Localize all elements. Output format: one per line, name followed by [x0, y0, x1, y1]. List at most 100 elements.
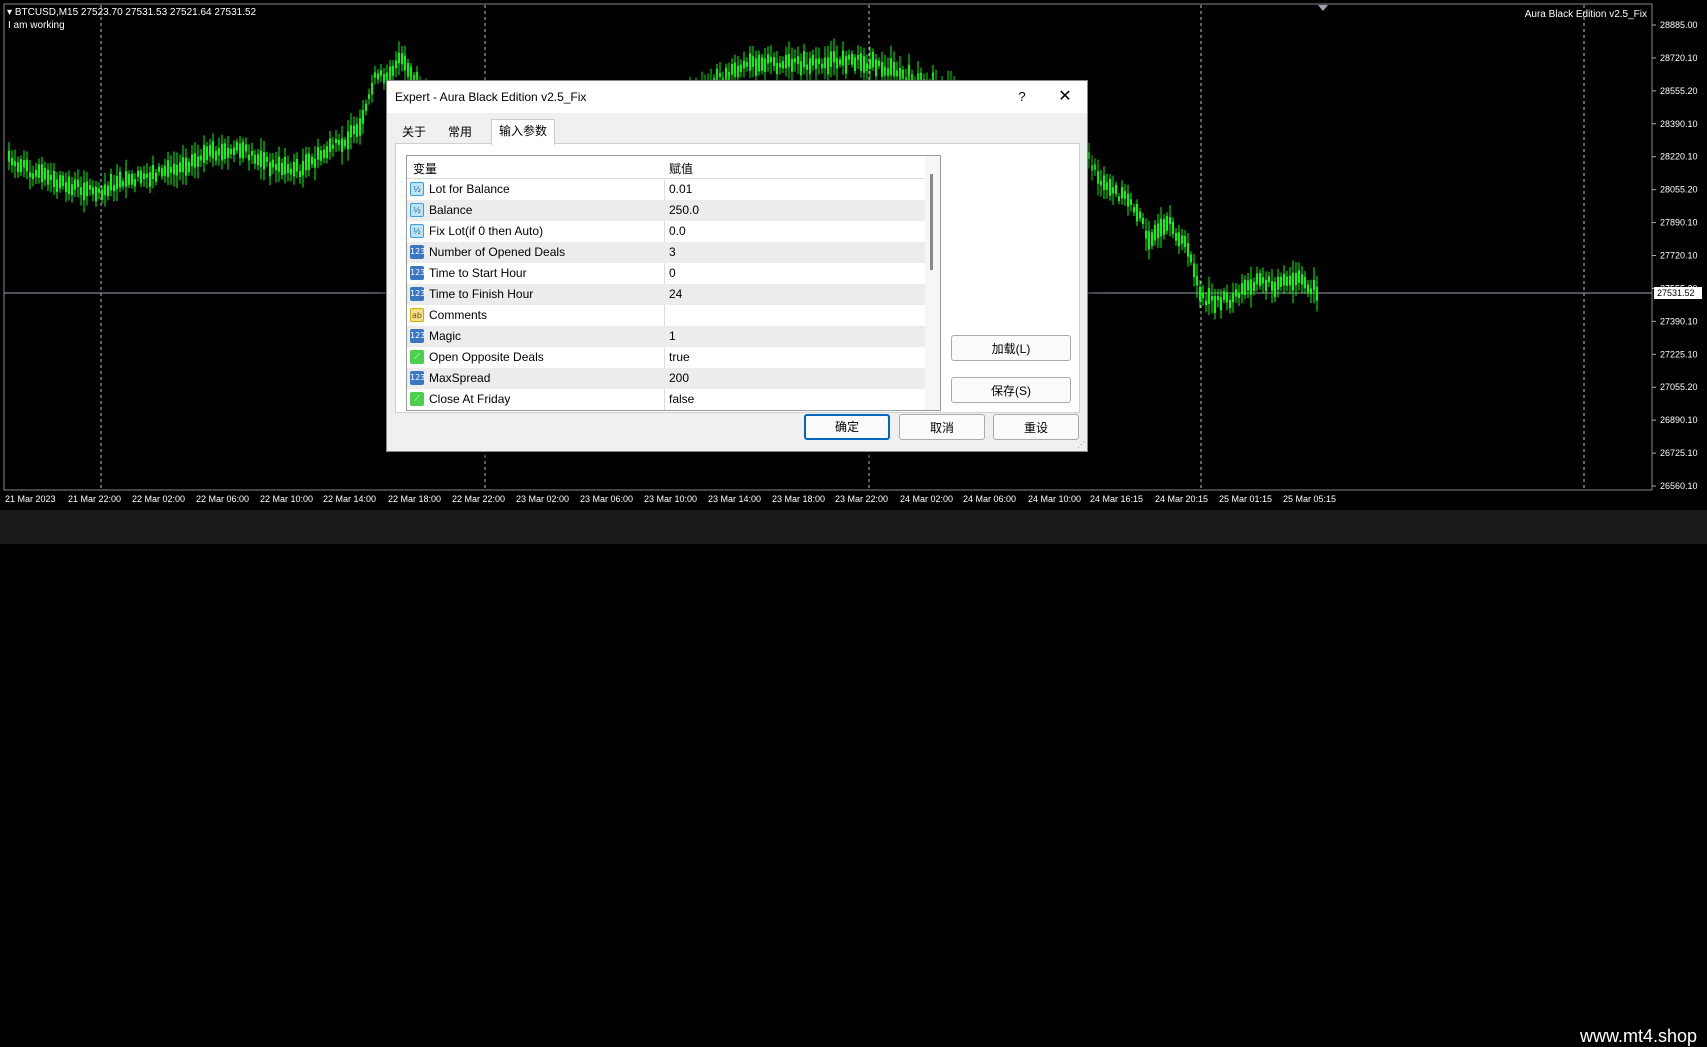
reset-button[interactable]: 重设 [993, 414, 1079, 440]
candle-body [404, 55, 406, 71]
candle-body [1244, 279, 1246, 295]
price-label: 26725.10 [1660, 448, 1698, 458]
candle-body [1112, 187, 1114, 194]
column-header-variable[interactable]: 变量 [413, 160, 437, 177]
param-row[interactable]: ½ Balance 250.0 [407, 200, 925, 221]
candle-body [863, 56, 865, 73]
candle-body [254, 154, 256, 164]
candle-body [368, 94, 370, 100]
resize-grip-icon[interactable]: ⋰ [1077, 440, 1085, 449]
candle-body [221, 143, 223, 161]
candle-body [116, 175, 118, 190]
candle-body [1286, 276, 1288, 286]
time-label: 24 Mar 20:15 [1155, 494, 1208, 504]
candle-body [878, 60, 880, 66]
candle-body [56, 179, 58, 192]
param-row[interactable]: 123 Number of Opened Deals 3 [407, 242, 925, 263]
candle-body [818, 58, 820, 65]
price-label: 26890.10 [1660, 415, 1698, 425]
close-button[interactable]: ✕ [1050, 86, 1080, 108]
candle-body [131, 173, 133, 185]
param-row[interactable]: 123 Time to Finish Hour 24 [407, 284, 925, 305]
candle-body [854, 57, 856, 72]
candle-body [1316, 286, 1318, 301]
param-value[interactable]: false [669, 392, 694, 406]
time-label: 25 Mar 01:15 [1219, 494, 1272, 504]
candle-body [1292, 272, 1294, 291]
candle-body [284, 156, 286, 175]
scrollbar-thumb[interactable] [930, 174, 933, 270]
load-button[interactable]: 加载(L) [951, 335, 1071, 361]
param-row[interactable]: ½ Fix Lot(if 0 then Auto) 0.0 [407, 221, 925, 242]
candle-body [1133, 207, 1135, 213]
param-value[interactable]: 0.0 [669, 224, 686, 238]
param-row[interactable]: ½ Lot for Balance 0.01 [407, 179, 925, 200]
param-row[interactable]: 123 Time to Start Hour 0 [407, 263, 925, 284]
watermark: www.mt4.shop [1579, 1026, 1697, 1046]
candle-body [1211, 296, 1213, 301]
param-value[interactable]: 0.01 [669, 182, 692, 196]
candle-body [755, 58, 757, 77]
time-label: 23 Mar 14:00 [708, 494, 761, 504]
param-value[interactable]: 1 [669, 329, 676, 343]
candle-body [389, 66, 391, 81]
param-value[interactable]: 24 [669, 287, 682, 301]
candle-body [47, 169, 49, 185]
candle-body [278, 156, 280, 172]
tab-inputs[interactable]: 输入参数 [491, 119, 556, 145]
candle-body [812, 55, 814, 66]
tab-common[interactable]: 常用 [441, 121, 479, 143]
param-row[interactable]: 123 Magic 1 [407, 326, 925, 347]
ok-button[interactable]: 确定 [804, 414, 890, 440]
time-label: 21 Mar 22:00 [68, 494, 121, 504]
candle-body [167, 160, 169, 177]
candle-body [8, 150, 10, 162]
time-label: 21 Mar 2023 [5, 494, 56, 504]
time-label: 22 Mar 14:00 [323, 494, 376, 504]
candle-body [869, 59, 871, 70]
candle-body [719, 72, 721, 78]
string-type-icon: ab [410, 308, 424, 322]
candle-body [1226, 292, 1228, 303]
param-row[interactable]: ab Comments [407, 305, 925, 326]
candle-body [239, 143, 241, 158]
param-value[interactable]: 200 [669, 371, 689, 385]
candle-body [788, 53, 790, 67]
candle-body [1154, 225, 1156, 241]
help-button[interactable]: ? [1007, 87, 1037, 107]
dialog-titlebar[interactable]: Expert - Aura Black Edition v2.5_Fix ? ✕ [387, 81, 1087, 113]
param-row[interactable]: ⟋ Close At Friday false [407, 389, 925, 410]
param-row[interactable]: ⟋ Open Opposite Deals true [407, 347, 925, 368]
param-value[interactable]: true [669, 350, 690, 364]
param-value[interactable]: 0 [669, 266, 676, 280]
candle-body [1307, 284, 1309, 293]
candle-body [26, 159, 28, 172]
candle-body [242, 141, 244, 159]
param-value[interactable]: 3 [669, 245, 676, 259]
candle-body [1124, 191, 1126, 199]
candle-body [824, 57, 826, 69]
column-header-value[interactable]: 赋值 [669, 160, 693, 177]
integer-type-icon: 123 [410, 329, 425, 343]
footer-bar: www.mt4.shop [0, 510, 1707, 1046]
candle-body [308, 153, 310, 170]
candle-body [365, 103, 367, 112]
candle-body [401, 53, 403, 65]
vertical-scrollbar[interactable] [925, 156, 940, 410]
candle-body [65, 182, 67, 192]
candle-body [1172, 221, 1174, 235]
param-row[interactable]: 123 MaxSpread 200 [407, 368, 925, 389]
cancel-button[interactable]: 取消 [899, 414, 985, 440]
save-button[interactable]: 保存(S) [951, 377, 1071, 403]
tab-about[interactable]: 关于 [395, 121, 433, 143]
candle-body [110, 173, 112, 191]
candle-body [1106, 182, 1108, 191]
candle-body [1181, 235, 1183, 244]
candle-body [830, 51, 832, 67]
candle-body [833, 51, 835, 63]
candle-body [797, 56, 799, 64]
symbol-text: BTCUSD,M15 27523.70 27531.53 27521.64 27… [14, 7, 257, 18]
candle-body [224, 143, 226, 159]
candle-body [302, 160, 304, 176]
param-value[interactable]: 250.0 [669, 203, 699, 217]
